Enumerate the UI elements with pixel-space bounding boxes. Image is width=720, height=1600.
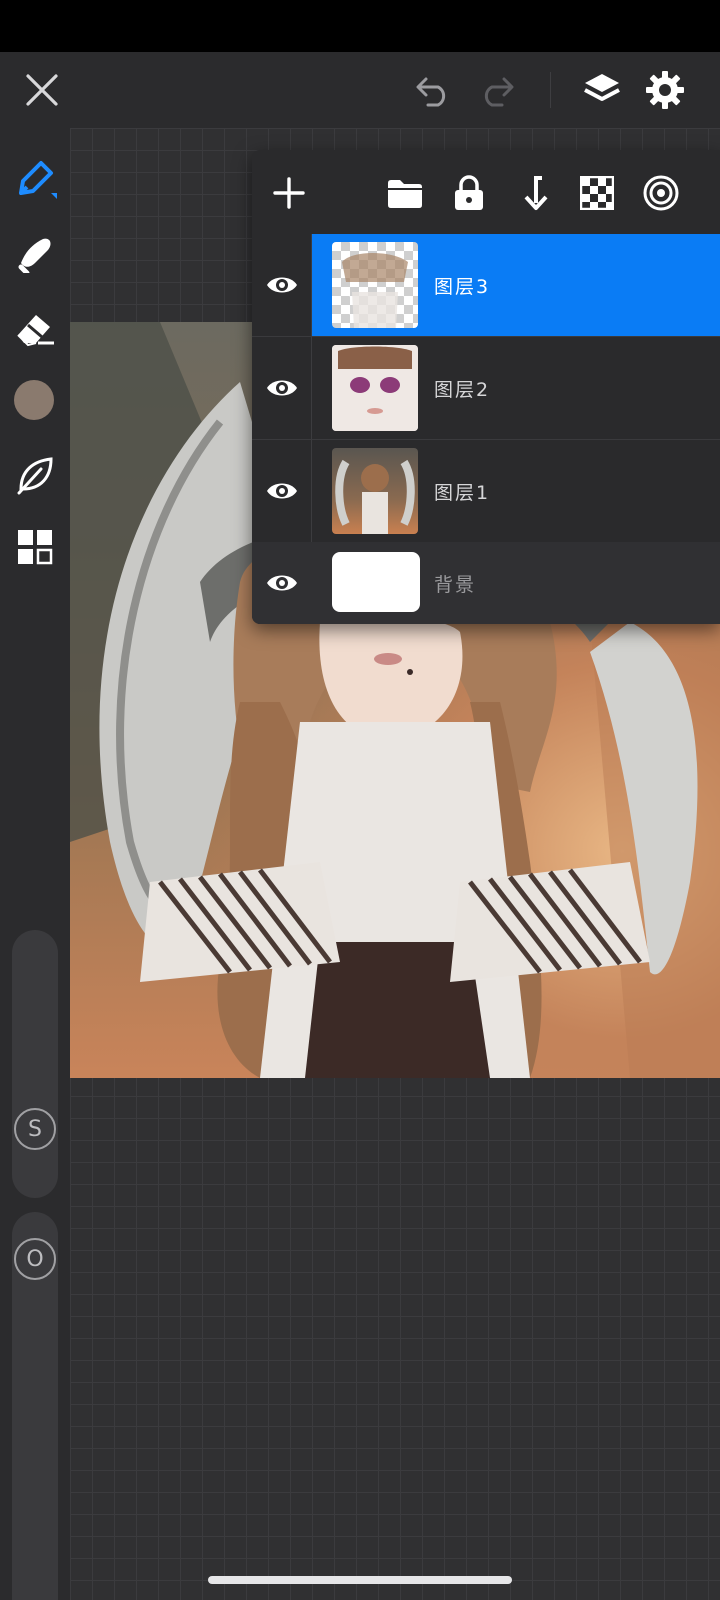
folder-icon[interactable] [382,170,428,216]
layers-panel: 图层3 图层2 图层1 背景 [252,150,720,624]
checker-icon[interactable] [574,170,620,216]
visibility-toggle[interactable] [252,542,312,624]
layer-name: 背景 [434,574,477,596]
grid-icon[interactable] [12,524,58,570]
add-icon[interactable] [266,170,312,216]
layer-thumbnail [332,448,418,534]
leaf-icon[interactable] [10,450,60,500]
smudge-icon[interactable] [10,228,60,278]
brush-size-slider[interactable] [12,930,58,1198]
layer-name: 图层1 [434,482,491,504]
layer-body: 图层2 [312,337,720,439]
pen-icon[interactable] [10,154,60,204]
redo-icon[interactable] [472,66,520,114]
layer-row-1[interactable]: 图层1 [252,440,720,542]
layer-row-background[interactable]: 背景 [252,542,720,624]
layer-row-3[interactable]: 图层3 [252,234,720,336]
opacity-label: O [26,1246,44,1272]
layer-body: 图层1 [312,440,720,542]
layers-icon[interactable] [576,66,628,114]
undo-icon[interactable] [410,66,458,114]
layer-name: 图层2 [434,379,491,401]
opacity-button[interactable]: O [14,1238,56,1280]
layer-thumbnail [332,345,418,431]
layer-name: 图层3 [434,276,491,298]
visibility-toggle[interactable] [252,234,312,336]
layers-toolbar [252,150,720,234]
top-bar-divider [550,72,551,108]
color-swatch[interactable] [14,380,54,420]
top-bar [0,52,720,128]
merge-down-icon[interactable] [510,170,556,216]
visibility-toggle[interactable] [252,337,312,439]
layer-body: 背景 [312,542,720,624]
layer-thumbnail [332,242,418,328]
status-bar [0,0,720,52]
visibility-toggle[interactable] [252,440,312,542]
eraser-icon[interactable] [10,302,60,352]
lock-icon[interactable] [446,170,492,216]
layer-row-2[interactable]: 图层2 [252,337,720,439]
target-icon[interactable] [638,170,684,216]
layer-thumbnail [332,552,420,612]
home-indicator [208,1576,512,1584]
close-icon[interactable] [18,66,66,114]
size-button[interactable]: S [14,1108,56,1150]
size-label: S [28,1116,42,1142]
layer-selected-highlight: 图层3 [312,234,720,336]
drawing-app: S O 图层3 图层2 图层1 背景 [0,0,720,1600]
gear-icon[interactable] [640,66,690,114]
left-toolbar: S O [0,128,70,1600]
